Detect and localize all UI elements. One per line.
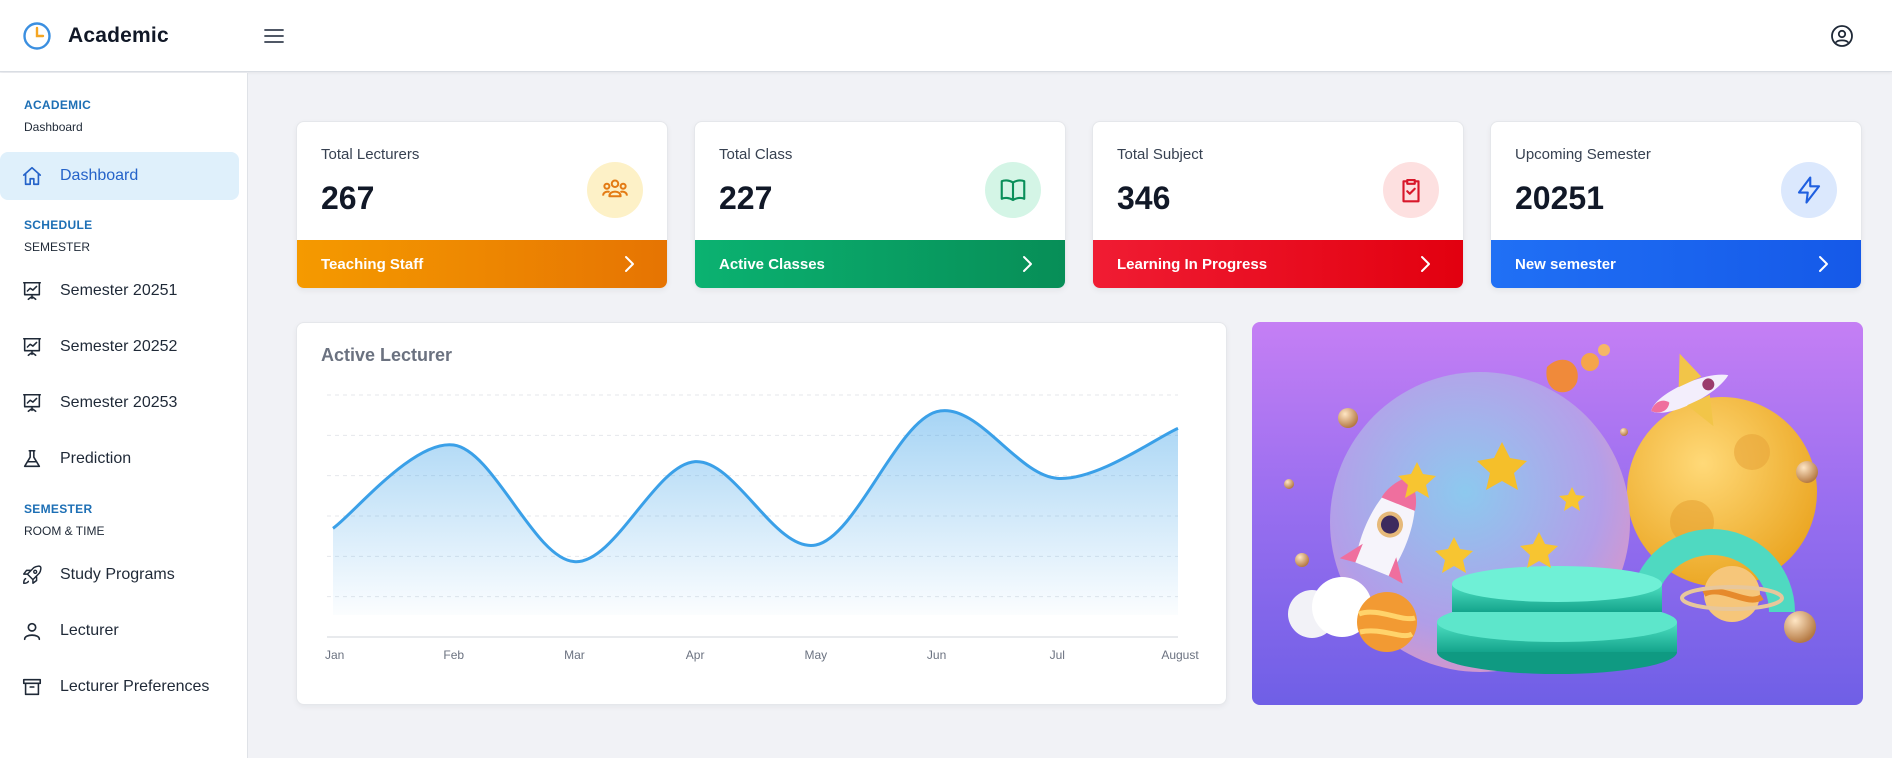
x-tick-label: Mar [564,648,585,662]
card-label: Total Class [719,146,793,163]
card-value: 20251 [1515,180,1604,216]
sidebar-item-semester-20252[interactable]: Semester 20252 [0,323,239,371]
x-tick-label: Feb [443,648,464,662]
card-footer-link[interactable]: Teaching Staff [297,240,667,288]
presentation-chart-icon [20,279,44,303]
clipboard-check-icon [1383,162,1439,218]
stat-card-total-lecturers: Total Lecturers 267 Teaching Staff [296,121,668,289]
card-label: Total Subject [1117,146,1203,163]
sidebar-item-label: Lecturer [60,622,119,639]
presentation-chart-icon [20,335,44,359]
sidebar-item-label: Lecturer Preferences [60,678,210,695]
section-subtitle-dashboard: Dashboard [24,120,83,134]
stat-card-upcoming-semester: Upcoming Semester 20251 New semester [1490,121,1862,289]
x-tick-label: Jun [927,648,946,662]
card-footer-link[interactable]: New semester [1491,240,1861,288]
x-tick-label: Jul [1050,648,1065,662]
hamburger-menu-icon[interactable] [262,24,286,48]
lightning-icon [1781,162,1837,218]
card-footer-label: Teaching Staff [321,255,424,273]
card-footer-label: Active Classes [719,255,825,273]
sidebar-item-label: Prediction [60,450,132,467]
chevron-right-icon [1819,256,1828,272]
sidebar-item-prediction[interactable]: Prediction [0,435,239,483]
sidebar-item-label: Semester 20253 [60,394,178,411]
active-lecturer-chart: Jan Feb Mar Apr May Jun Jul August [325,394,1199,662]
card-footer-label: Learning In Progress [1117,255,1268,273]
section-subtitle-room-time: ROOM & TIME [24,524,105,538]
x-tick-label: August [1161,648,1199,662]
section-title-schedule: SCHEDULE [24,218,93,232]
card-value: 267 [321,180,375,216]
stat-card-total-class: Total Class 227 Active Classes [694,121,1066,289]
card-value: 227 [719,180,773,216]
card-label: Upcoming Semester [1515,146,1651,163]
book-icon [985,162,1041,218]
card-label: Total Lecturers [321,146,420,163]
x-tick-label: May [805,648,828,662]
sidebar-item-label: Dashboard [60,167,139,184]
chevron-right-icon [1421,256,1430,272]
series-area [333,410,1178,615]
stat-card-total-subject: Total Subject 346 Learning In Progress [1092,121,1464,289]
home-icon [20,164,44,188]
card-footer-link[interactable]: Active Classes [695,240,1065,288]
users-icon [587,162,643,218]
app-title: Academic [68,23,169,47]
chevron-right-icon [625,256,634,272]
sidebar: ACADEMIC Dashboard Dashboard SCHEDULE SE… [0,73,248,758]
active-lecturer-chart-card: Active Lecturer Jan Feb Mar Apr May Jun Jul Aug… [296,322,1227,705]
sidebar-item-lecturer-preferences[interactable]: Lecturer Preferences [0,663,239,711]
brand[interactable]: Academic [0,21,248,51]
sidebar-item-label: Study Programs [60,566,175,583]
sidebar-item-lecturer[interactable]: Lecturer [0,607,239,655]
x-tick-label: Jan [325,648,344,662]
chevron-right-icon [1023,256,1032,272]
card-value: 346 [1117,180,1171,216]
card-footer-link[interactable]: Learning In Progress [1093,240,1463,288]
clock-logo-icon [22,21,52,51]
section-title-academic: ACADEMIC [24,98,92,112]
rocket-icon [20,563,44,587]
archive-icon [20,675,44,699]
x-tick-label: Apr [686,648,705,662]
section-title-semester: SEMESTER [24,502,93,516]
card-footer-label: New semester [1515,255,1616,273]
top-header: Academic [0,0,1892,72]
sidebar-item-label: Semester 20252 [60,338,178,355]
sidebar-item-study-programs[interactable]: Study Programs [0,551,239,599]
user-icon [20,619,44,643]
section-subtitle-semester: SEMESTER [24,240,91,254]
flask-icon [20,447,44,471]
space-rocket-illustration [1252,322,1863,705]
sidebar-item-semester-20251[interactable]: Semester 20251 [0,267,239,315]
presentation-chart-icon [20,391,44,415]
sidebar-item-semester-20253[interactable]: Semester 20253 [0,379,239,427]
sidebar-item-dashboard[interactable]: Dashboard [0,152,239,200]
user-account-icon[interactable] [1830,24,1854,48]
sidebar-item-label: Semester 20251 [60,282,178,299]
